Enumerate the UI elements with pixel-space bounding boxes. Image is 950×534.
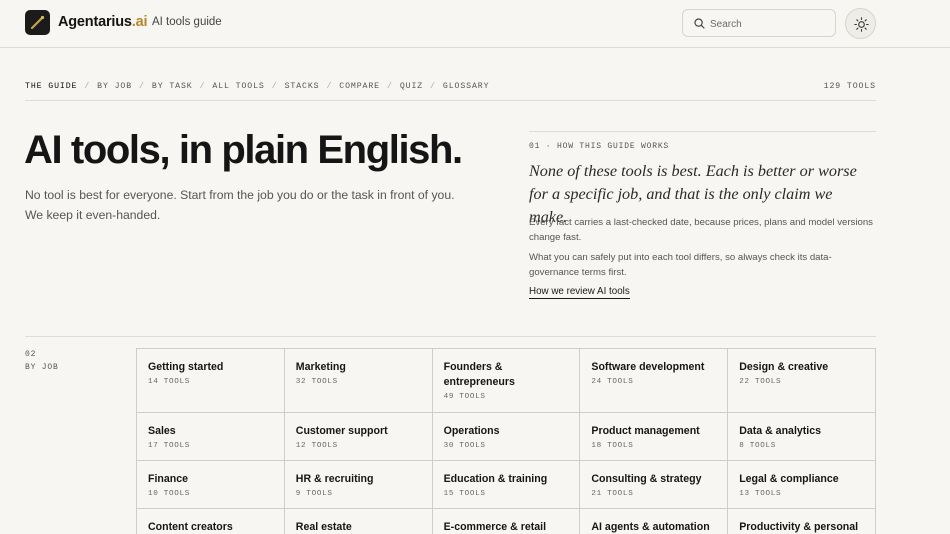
wand-icon[interactable]: [25, 10, 50, 35]
section-label: BY JOB: [25, 363, 59, 372]
job-card-count: 49 TOOLS: [443, 393, 486, 401]
nav-item-the-guide[interactable]: THE GUIDE: [25, 82, 77, 91]
job-card-getting-started[interactable]: Getting started 14 TOOLS: [137, 349, 285, 413]
job-card-operations[interactable]: Operations 30 TOOLS: [432, 413, 581, 461]
job-card-marketing[interactable]: Marketing 32 TOOLS: [284, 349, 433, 413]
aside-paragraph-governance: What you can safely put into each tool d…: [529, 252, 832, 278]
aside-label: 01 · HOW THIS GUIDE WORKS: [529, 142, 670, 151]
job-card-count: 22 TOOLS: [739, 378, 782, 386]
job-card-title: Education & training: [443, 473, 548, 485]
nav-item-by-task[interactable]: BY TASK: [152, 82, 193, 91]
job-card-consulting-and-strategy[interactable]: Consulting & strategy 21 TOOLS: [580, 461, 729, 509]
job-card-productivity-and-personal[interactable]: Productivity & personal: [728, 509, 876, 534]
tool-count: 129 TOOLS: [823, 82, 876, 91]
search-input[interactable]: [710, 15, 828, 33]
job-card-count: 13 TOOLS: [739, 490, 782, 498]
job-row: Sales 17 TOOLS Customer support 12 TOOLS Ope…: [137, 413, 876, 461]
brand-subtitle: AI tools guide: [152, 16, 222, 28]
job-card-count: 17 TOOLS: [148, 442, 191, 450]
job-card-legal-and-compliance[interactable]: Legal & compliance 13 TOOLS: [728, 461, 876, 509]
job-card-count: 8 TOOLS: [739, 442, 776, 450]
job-row: Content creators Real estate E-commerce & …: [137, 509, 876, 534]
nav-separator: /: [430, 82, 436, 91]
job-row: Finance 10 TOOLS HR & recruiting 9 TOOLS Edu…: [137, 461, 876, 509]
job-card-data-and-analytics[interactable]: Data & analytics 8 TOOLS: [728, 413, 876, 461]
nav-separator: /: [139, 82, 145, 91]
job-card-title: Founders & entrepreneurs: [443, 361, 515, 388]
job-card-count: 9 TOOLS: [295, 490, 333, 498]
job-card-e-commerce-and-retail[interactable]: E-commerce & retail: [433, 509, 581, 534]
review-link[interactable]: How we review AI tools: [529, 286, 630, 299]
brand-name[interactable]: Agentarius.ai: [58, 14, 147, 30]
job-card-title: Consulting & strategy: [591, 473, 702, 485]
nav-separator: /: [386, 82, 393, 91]
job-card-count: 32 TOOLS: [295, 378, 338, 386]
job-card-title: E-commerce & retail: [443, 521, 547, 533]
job-card-title: Productivity & personal: [739, 521, 859, 533]
job-card-title: Legal & compliance: [739, 473, 839, 485]
nav-item-quiz[interactable]: QUIZ: [400, 82, 423, 91]
job-card-title: Finance: [148, 473, 189, 485]
sun-icon: [854, 17, 869, 32]
job-card-content-creators[interactable]: Content creators: [137, 509, 285, 534]
section-divider: [25, 336, 876, 337]
search-box[interactable]: [682, 9, 836, 37]
job-card-title: Customer support: [295, 425, 388, 437]
hero-subtitle: No tool is best for everyone. Start from…: [25, 188, 455, 222]
section-number: 02: [25, 350, 37, 359]
top-header: Agentarius.ai AI tools guide: [0, 0, 950, 48]
section-nav: THE GUIDE / BY JOB / BY TASK / ALL TOOLS / STACK…: [25, 82, 489, 91]
job-grid: Getting started 14 TOOLS Marketing 32 TOOLS…: [136, 348, 876, 534]
nav-item-compare[interactable]: COMPARE: [339, 82, 380, 91]
nav-item-stacks[interactable]: STACKS: [285, 82, 320, 91]
job-card-title: Software development: [591, 361, 705, 373]
nav-separator: /: [326, 82, 333, 91]
job-card-title: Data & analytics: [739, 425, 822, 437]
nav-separator: /: [271, 82, 278, 91]
job-card-founders-and-entrepreneurs[interactable]: Founders & entrepreneurs 49 TOOLS: [432, 349, 581, 413]
job-card-software-development[interactable]: Software development 24 TOOLS: [580, 349, 729, 413]
nav-item-by-job[interactable]: BY JOB: [97, 82, 132, 91]
job-card-title: Product management: [591, 425, 700, 437]
job-card-title: Content creators: [148, 521, 233, 533]
job-card-title: Operations: [443, 425, 500, 437]
job-card-count: 18 TOOLS: [591, 442, 634, 450]
job-card-count: 30 TOOLS: [443, 442, 486, 450]
job-card-ai-agents-and-automation[interactable]: AI agents & automation: [580, 509, 729, 534]
job-card-title: Sales: [148, 425, 176, 437]
job-card-finance[interactable]: Finance 10 TOOLS: [137, 461, 285, 509]
job-card-title: Design & creative: [739, 361, 829, 373]
nav-item-glossary[interactable]: GLOSSARY: [443, 82, 490, 91]
job-card-count: 14 TOOLS: [148, 378, 191, 386]
page-title: AI tools, in plain English.: [24, 128, 463, 172]
job-card-title: AI agents & automation: [591, 521, 710, 533]
job-card-hr-and-recruiting[interactable]: HR & recruiting 9 TOOLS: [284, 461, 433, 509]
job-card-education-and-training[interactable]: Education & training 15 TOOLS: [432, 461, 581, 509]
job-row: Getting started 14 TOOLS Marketing 32 TOOLS…: [137, 349, 876, 413]
nav-separator: /: [199, 82, 206, 91]
search-icon: [694, 18, 705, 29]
theme-toggle-button[interactable]: [845, 8, 876, 39]
job-card-title: Marketing: [295, 361, 346, 373]
job-card-real-estate[interactable]: Real estate: [285, 509, 433, 534]
job-card-count: 10 TOOLS: [148, 490, 191, 498]
job-card-design-and-creative[interactable]: Design & creative 22 TOOLS: [728, 349, 876, 413]
nav-item-all-tools[interactable]: ALL TOOLS: [212, 82, 264, 91]
job-card-count: 12 TOOLS: [295, 442, 338, 450]
aside-paragraph-dates: Every fact carries a last-checked date, …: [529, 217, 873, 243]
job-card-title: Real estate: [295, 521, 352, 533]
job-card-customer-support[interactable]: Customer support 12 TOOLS: [284, 413, 433, 461]
job-card-title: HR & recruiting: [295, 473, 374, 485]
job-card-count: 15 TOOLS: [443, 490, 486, 498]
nav-divider: [25, 100, 876, 101]
aside-divider: [529, 131, 876, 132]
job-card-count: 24 TOOLS: [591, 378, 634, 386]
job-card-count: 21 TOOLS: [591, 490, 634, 498]
nav-separator: /: [84, 82, 91, 91]
job-card-sales[interactable]: Sales 17 TOOLS: [137, 413, 285, 461]
job-card-product-management[interactable]: Product management 18 TOOLS: [580, 413, 729, 461]
job-card-title: Getting started: [148, 361, 224, 373]
